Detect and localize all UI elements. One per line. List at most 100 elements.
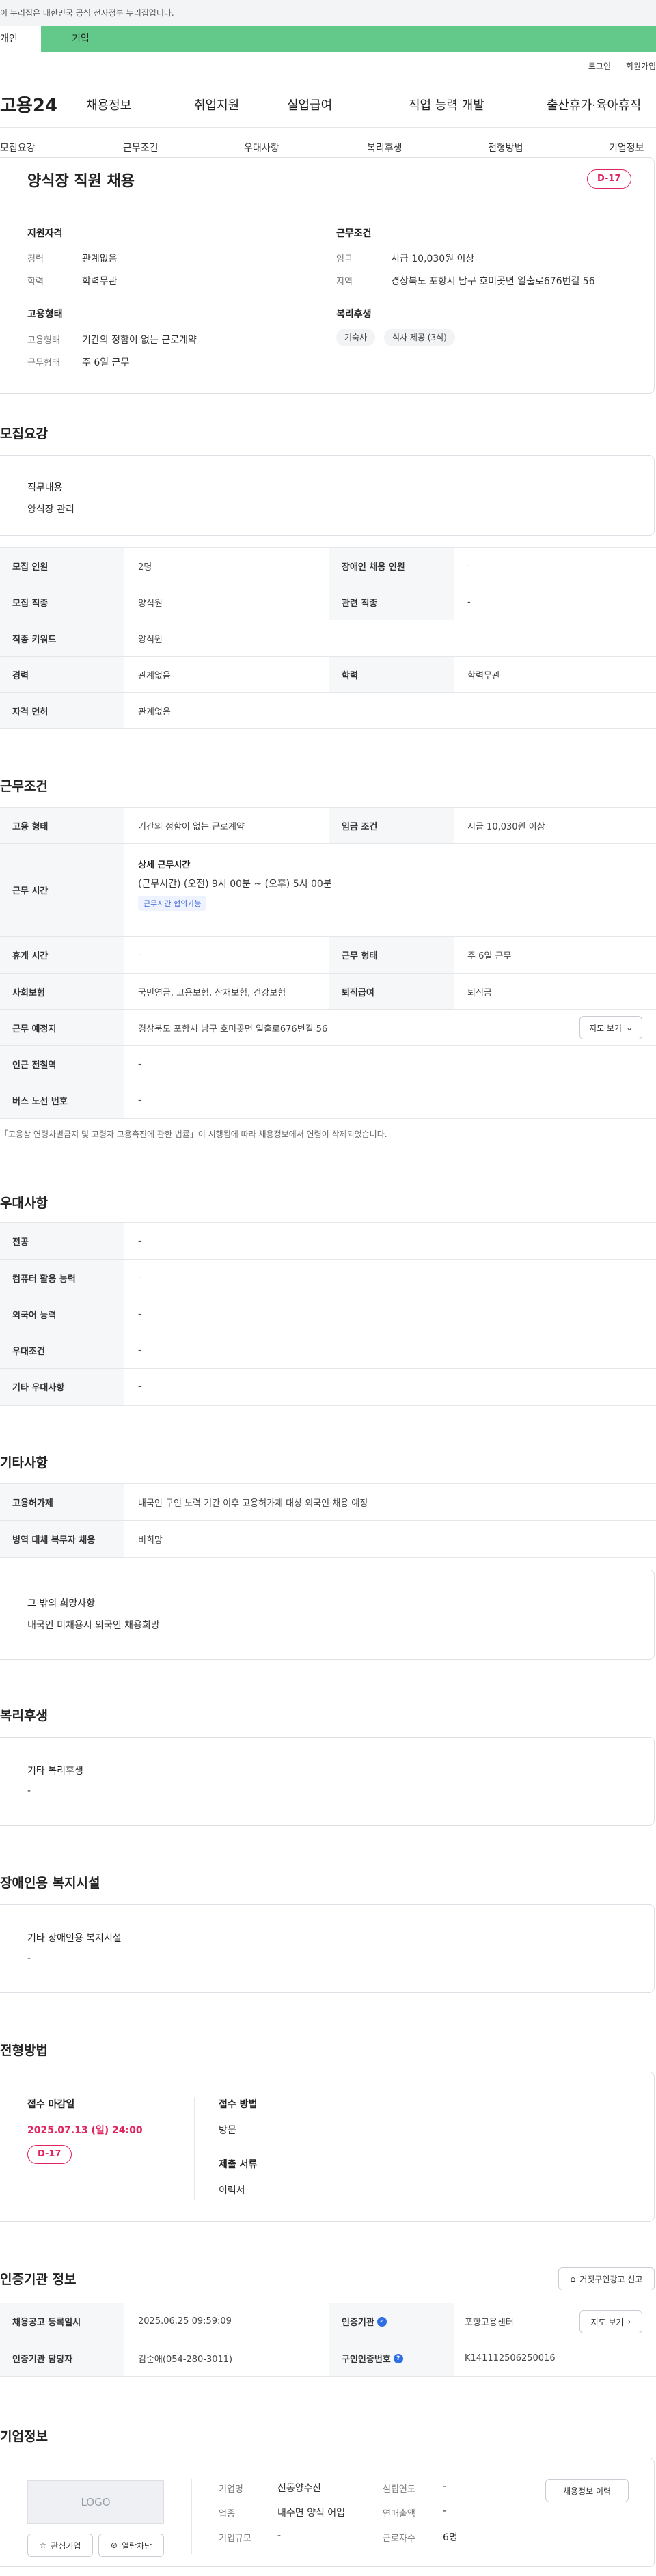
recruit-td-career: 관계없음 [138,670,171,681]
table-row: 사회보험 국민연금, 고용보험, 산재보험, 건강보험 퇴직급여 퇴직금 [0,974,656,1010]
work-td-type: 기간의 정함이 없는 근로계약 [138,821,245,832]
qual-label-career: 경력 [27,254,44,264]
cert-td-date: 2025.06.25 09:59:09 [138,2316,232,2327]
tab-personal[interactable]: 개인 [0,26,41,52]
etc-wish-label: 그 밖의 희망사항 [27,1598,96,1609]
tab-business[interactable]: 기업 [72,26,90,52]
history-button[interactable]: 채용정보 이력 [545,2479,629,2502]
tab-personal-label: 개인 [0,33,18,44]
anchor-company[interactable]: 기업정보 [609,141,644,154]
work-td-severance: 퇴직금 [467,987,492,998]
cert-td-agency: 포항고용센터 [465,2318,514,2328]
disabled-heading: 장애인용 복지시설 [0,1876,100,1891]
prefer-th-condition: 우대조건 [0,1332,124,1368]
job-title: 양식장 직원 채용 [27,173,135,190]
gnb-divider [0,127,656,128]
anchor-work[interactable]: 근무조건 [123,141,159,154]
emp-label-schedule: 근무형태 [27,358,60,368]
work-td-bus: - [138,1095,141,1106]
prefer-th-other: 기타 우대사항 [0,1369,124,1405]
site-logo[interactable]: 고용24 [0,92,57,117]
anchor-benefit[interactable]: 복리후생 [367,141,402,154]
table-row: 모집 직종 양식원 관련 직종 - [0,584,656,620]
process-docs-label: 제출 서류 [219,2159,258,2170]
recruit-th-count: 모집 인원 [0,548,124,584]
company-logo: LOGO [27,2480,164,2524]
summary-card: 양식장 직원 채용 D-17 지원자격 경력 관계없음 학력 학력무관 고용형태… [0,157,655,394]
table-row: 휴게 시간 - 근무 형태 주 6일 근무 [0,937,656,974]
table-row: 모집 인원 2명 장애인 채용 인원 - [0,548,656,584]
siren-icon: ⌂ [570,2274,576,2284]
agency-map-button[interactable]: 지도 보기 › [579,2310,642,2333]
signup-link[interactable]: 회원가입 [626,61,656,71]
recruit-th-job: 모집 직종 [0,584,124,620]
anchor-process[interactable]: 전형방법 [488,141,523,154]
star-icon: ☆ [39,2540,47,2550]
etc-wish-box: 그 밖의 희망사항 내국인 미채용시 외국인 채용희망 [0,1570,655,1660]
prefer-th-major: 전공 [0,1223,124,1259]
cert-th-agency: 인증기관 ✓ [329,2303,454,2340]
welfare-chip-meal: 식사 제공 (3식) [384,329,455,346]
gov-banner-text: 이 누리집은 대한민국 공식 전자정부 누리집입니다. [0,8,174,18]
process-divider [194,2097,195,2200]
block-view-button[interactable]: ⊘ 열람차단 [98,2534,164,2557]
login-link[interactable]: 로그인 [588,61,611,71]
gnb-unemployment[interactable]: 실업급여 [287,96,332,113]
etc-heading: 기타사항 [0,1455,48,1470]
work-heading: 근무조건 [0,779,48,794]
work-th-form: 근무 형태 [329,937,454,973]
favorite-company-button[interactable]: ☆ 관심기업 [27,2534,93,2557]
recruit-td-license: 관계없음 [138,707,171,717]
company-value-name: 신동양수산 [277,2483,322,2494]
cond-label-region: 지역 [336,277,353,287]
etc-th-military: 병역 대체 복무자 채용 [0,1521,124,1557]
prefer-td-condition: - [138,1345,141,1356]
report-button[interactable]: ⌂ 거짓구인광고 신고 [558,2267,655,2290]
process-box: 접수 마감일 2025.07.13 (일) 24:00 D-17 접수 방법 방… [0,2072,655,2222]
duty-box: 직무내용 양식장 관리 [0,455,655,536]
work-td-form: 주 6일 근무 [467,951,512,961]
table-row: 자격 면허 관계없음 [0,693,656,729]
disabled-box: 기타 장애인용 복지시설 - [0,1904,655,1993]
work-th-subway: 인근 전철역 [0,1046,124,1082]
company-heading: 기업정보 [0,2429,48,2444]
recruit-th-disabled: 장애인 채용 인원 [329,548,454,584]
qual-value-career: 관계없음 [82,254,118,264]
gnb-jobs[interactable]: 채용정보 [86,96,131,113]
process-method-label: 접수 방법 [219,2099,258,2110]
process-deadline-label: 접수 마감일 [27,2099,75,2110]
recruit-td-related: - [467,597,471,607]
work-hours-badge: 근무시간 협의가능 [138,896,207,911]
welfare-chip-dorm: 기숙사 [336,329,376,346]
anchor-prefer[interactable]: 우대사항 [244,141,279,154]
etc-wish-value: 내국인 미채용시 외국인 채용희망 [27,1620,160,1631]
recruit-td-count: 2명 [138,562,152,573]
emp-label-type: 고용형태 [27,335,60,346]
benefit-box-value: - [27,1785,31,1796]
work-th-hours: 근무 시간 [0,844,124,936]
process-deadline: 2025.07.13 (일) 24:00 [27,2125,143,2136]
company-value-founded: - [443,2481,447,2492]
gnb-employment-support[interactable]: 취업지원 [194,96,239,113]
agency-map-button-label: 지도 보기 [590,2317,624,2327]
etc-td-military: 비희망 [138,1535,163,1546]
chevron-down-icon: ⌄ [625,1023,633,1032]
work-hours-badge-wrap: 근무시간 협의가능 [138,896,207,911]
qual-heading: 지원자격 [27,228,63,239]
work-td-location: 경상북도 포항시 남구 호미곶면 일출로676번길 56 [138,1024,328,1034]
cert-heading: 인증기관 정보 [0,2272,77,2287]
recruit-th-license: 자격 면허 [0,693,124,728]
anchor-recruit[interactable]: 모집요강 [0,141,36,154]
company-label-employees: 근로자수 [383,2534,415,2544]
work-map-button[interactable]: 지도 보기 ⌄ [579,1016,642,1039]
qual-value-edu: 학력무관 [82,276,118,287]
gnb-training[interactable]: 직업 능력 개발 [409,96,484,113]
gnb-parental-leave[interactable]: 출산휴가·육아휴직 [547,96,641,113]
table-row: 전공 - [0,1223,656,1260]
company-divider [191,2479,192,2554]
table-row: 채용공고 등록일시 2025.06.25 09:59:09 인증기관 ✓ 포항고용… [0,2303,656,2340]
info-icon[interactable]: ? [393,2353,403,2363]
table-row: 직종 키워드 양식원 [0,620,656,657]
prefer-th-language: 외국어 능력 [0,1296,124,1332]
company-label-revenue: 연매출액 [383,2509,415,2519]
